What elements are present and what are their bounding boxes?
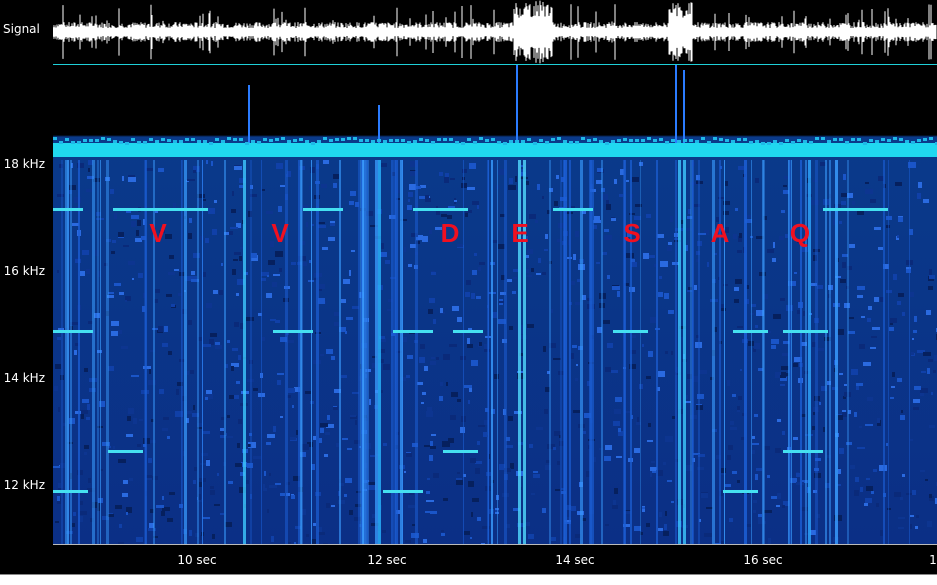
annotation-letter-a: A — [710, 218, 730, 248]
time-tick-14: 14 sec — [555, 553, 595, 567]
freq-tick-16: 16 kHz — [3, 264, 45, 278]
freq-tick-12: 12 kHz — [3, 478, 45, 492]
freq-tick-14: 14 kHz — [3, 371, 45, 385]
spectrogram-image — [53, 65, 937, 544]
annotation-letter-q: Q — [789, 218, 811, 248]
time-tick-18: 1 — [929, 553, 937, 567]
signal-trace-path — [53, 0, 937, 64]
time-tick-10: 10 sec — [177, 553, 217, 567]
spectrogram-texture — [53, 65, 937, 544]
time-axis: 10 sec 12 sec 14 sec 16 sec 1 — [53, 544, 937, 575]
signal-trace — [53, 0, 937, 64]
frequency-axis: 18 kHz 16 kHz 14 kHz 12 kHz — [0, 65, 53, 544]
freq-tick-18: 18 kHz — [3, 157, 45, 171]
time-tick-16: 16 sec — [743, 553, 783, 567]
annotation-letter-d: D — [440, 218, 460, 248]
time-tick-12: 12 sec — [367, 553, 407, 567]
signal-waveform — [53, 0, 937, 65]
annotation-letter-s: S — [623, 218, 641, 248]
carrier-band — [53, 143, 937, 157]
annotation-letter-e: E — [511, 218, 529, 248]
annotation-letter-v2: V — [271, 218, 289, 248]
spectrogram — [53, 65, 937, 544]
annotation-letter-v1: V — [149, 218, 167, 248]
signal-label: Signal — [3, 22, 40, 36]
status-strip — [0, 574, 937, 585]
